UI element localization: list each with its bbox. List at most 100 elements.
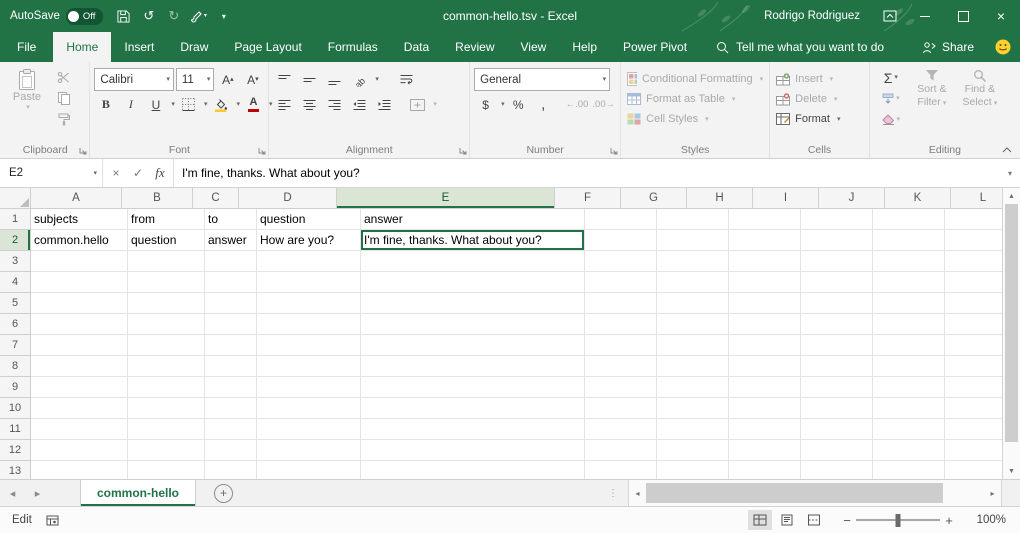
cell-B3[interactable]	[128, 251, 205, 272]
minimize-button[interactable]	[906, 0, 944, 32]
cell-F8[interactable]	[585, 356, 657, 377]
zoom-slider[interactable]	[856, 510, 940, 530]
cell-E12[interactable]	[361, 440, 585, 461]
cell-J12[interactable]	[873, 440, 945, 461]
zoom-percentage[interactable]: 100%	[962, 514, 1006, 526]
cell-C13[interactable]	[205, 461, 257, 479]
cell-E7[interactable]	[361, 335, 585, 356]
accounting-format-button[interactable]: $	[474, 94, 497, 115]
cell-E13[interactable]	[361, 461, 585, 479]
cell-H4[interactable]	[729, 272, 801, 293]
align-middle-icon[interactable]	[298, 69, 321, 90]
cell-B5[interactable]	[128, 293, 205, 314]
cell-B7[interactable]	[128, 335, 205, 356]
row-header-9[interactable]: 9	[0, 377, 31, 398]
cell-C3[interactable]	[205, 251, 257, 272]
cell-J4[interactable]	[873, 272, 945, 293]
copy-icon[interactable]	[52, 88, 75, 109]
row-header-11[interactable]: 11	[0, 419, 31, 440]
normal-view-icon[interactable]	[748, 510, 772, 530]
enter-icon[interactable]: ✓	[127, 166, 149, 180]
touch-mode-icon[interactable]: ▾	[186, 0, 211, 32]
cell-I3[interactable]	[801, 251, 873, 272]
cell-C8[interactable]	[205, 356, 257, 377]
cell-E3[interactable]	[361, 251, 585, 272]
number-dialog-launcher-icon[interactable]	[610, 147, 618, 155]
tab-insert[interactable]: Insert	[111, 32, 167, 62]
percent-style-button[interactable]: %	[507, 94, 530, 115]
cell-J10[interactable]	[873, 398, 945, 419]
formula-input[interactable]: I'm fine, thanks. What about you?	[174, 159, 1000, 187]
tab-draw[interactable]: Draw	[167, 32, 221, 62]
cell-F5[interactable]	[585, 293, 657, 314]
cell-J2[interactable]	[873, 230, 945, 251]
cell-D2[interactable]: How are you?	[257, 230, 361, 251]
cell-A11[interactable]	[31, 419, 128, 440]
macro-record-icon[interactable]	[46, 515, 59, 526]
cell-B6[interactable]	[128, 314, 205, 335]
align-right-icon[interactable]	[323, 94, 346, 115]
column-header-F[interactable]: F	[555, 188, 621, 209]
row-header-8[interactable]: 8	[0, 356, 31, 377]
cell-F12[interactable]	[585, 440, 657, 461]
fill-button[interactable]: ▾	[874, 88, 908, 109]
align-bottom-icon[interactable]	[323, 69, 346, 90]
cell-D8[interactable]	[257, 356, 361, 377]
orientation-dropdown-icon[interactable]: ▾	[375, 76, 379, 83]
column-header-K[interactable]: K	[885, 188, 951, 209]
cell-D9[interactable]	[257, 377, 361, 398]
font-color-icon[interactable]: A	[242, 94, 265, 115]
underline-dropdown-icon[interactable]: ▾	[171, 101, 175, 108]
cell-K11[interactable]	[945, 419, 1002, 440]
underline-button[interactable]: U	[144, 94, 167, 115]
format-as-table-button[interactable]: Format as Table▾	[625, 89, 765, 109]
tab-data[interactable]: Data	[391, 32, 442, 62]
cell-F2[interactable]	[585, 230, 657, 251]
close-button[interactable]: ×	[982, 0, 1020, 32]
cell-G12[interactable]	[657, 440, 729, 461]
cell-H8[interactable]	[729, 356, 801, 377]
cell-G6[interactable]	[657, 314, 729, 335]
cell-A1[interactable]: subjects	[31, 209, 128, 230]
cell-J7[interactable]	[873, 335, 945, 356]
cell-G3[interactable]	[657, 251, 729, 272]
cell-H9[interactable]	[729, 377, 801, 398]
italic-button[interactable]: I	[119, 94, 142, 115]
cell-C5[interactable]	[205, 293, 257, 314]
column-header-C[interactable]: C	[193, 188, 239, 209]
cell-K5[interactable]	[945, 293, 1002, 314]
cell-A5[interactable]	[31, 293, 128, 314]
ribbon-display-options-icon[interactable]	[874, 0, 906, 32]
cell-I6[interactable]	[801, 314, 873, 335]
tab-view[interactable]: View	[508, 32, 560, 62]
align-top-icon[interactable]	[273, 69, 296, 90]
cell-J9[interactable]	[873, 377, 945, 398]
maximize-button[interactable]	[944, 0, 982, 32]
sheet-tab-common-hello[interactable]: common-hello	[80, 480, 196, 506]
cell-A10[interactable]	[31, 398, 128, 419]
cell-F7[interactable]	[585, 335, 657, 356]
cell-E1[interactable]: answer	[361, 209, 585, 230]
cell-F13[interactable]	[585, 461, 657, 479]
row-header-5[interactable]: 5	[0, 293, 31, 314]
cell-K12[interactable]	[945, 440, 1002, 461]
cell-K8[interactable]	[945, 356, 1002, 377]
cell-F4[interactable]	[585, 272, 657, 293]
number-format-select[interactable]: General▾	[474, 68, 610, 91]
cell-B13[interactable]	[128, 461, 205, 479]
comma-style-button[interactable]: ,	[532, 94, 555, 115]
cell-D6[interactable]	[257, 314, 361, 335]
cell-K1[interactable]	[945, 209, 1002, 230]
cell-F9[interactable]	[585, 377, 657, 398]
cell-H3[interactable]	[729, 251, 801, 272]
tab-review[interactable]: Review	[442, 32, 507, 62]
tab-formulas[interactable]: Formulas	[315, 32, 391, 62]
cell-D13[interactable]	[257, 461, 361, 479]
scroll-up-icon[interactable]: ▲	[1003, 188, 1020, 204]
cell-C2[interactable]: answer	[205, 230, 257, 251]
cell-K2[interactable]	[945, 230, 1002, 251]
cell-D7[interactable]	[257, 335, 361, 356]
row-header-13[interactable]: 13	[0, 461, 31, 479]
cell-J6[interactable]	[873, 314, 945, 335]
save-icon[interactable]	[111, 0, 136, 32]
